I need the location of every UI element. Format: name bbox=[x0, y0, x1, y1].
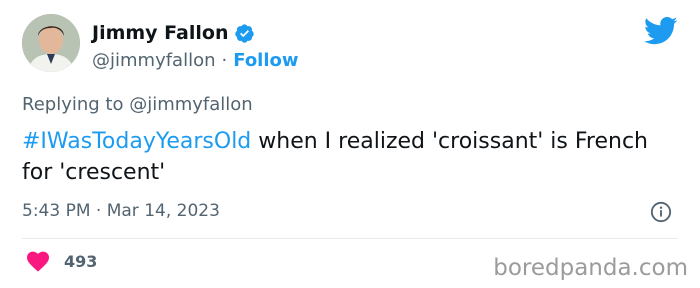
tweet-timestamp[interactable]: 5:43 PM · Mar 14, 2023 bbox=[22, 201, 220, 221]
author-handle-row: @jimmyfallon · Follow bbox=[92, 50, 299, 71]
tweet-text: #IWasTodayYearsOld when I realized 'croi… bbox=[22, 126, 672, 188]
avatar[interactable] bbox=[22, 14, 80, 72]
info-icon[interactable] bbox=[650, 201, 672, 223]
verified-badge-icon bbox=[234, 23, 255, 44]
heart-icon[interactable] bbox=[26, 250, 50, 272]
replying-to: Replying to @jimmyfallon bbox=[22, 94, 253, 115]
twitter-bird-icon[interactable] bbox=[643, 16, 678, 46]
follow-button[interactable]: Follow bbox=[233, 50, 298, 71]
hashtag-link[interactable]: #IWasTodayYearsOld bbox=[22, 129, 251, 154]
avatar-image bbox=[22, 14, 80, 72]
divider bbox=[22, 238, 678, 239]
author-handle[interactable]: @jimmyfallon bbox=[92, 50, 216, 71]
handle-separator: · bbox=[221, 50, 228, 71]
author-name[interactable]: Jimmy Fallon bbox=[92, 22, 228, 44]
author-name-row: Jimmy Fallon bbox=[92, 22, 255, 44]
like-count: 493 bbox=[64, 251, 98, 271]
like-action[interactable]: 493 bbox=[26, 250, 97, 272]
tweet-card: Jimmy Fallon @jimmyfallon · Follow Reply… bbox=[0, 0, 700, 288]
watermark: boredpanda.com bbox=[493, 255, 688, 281]
